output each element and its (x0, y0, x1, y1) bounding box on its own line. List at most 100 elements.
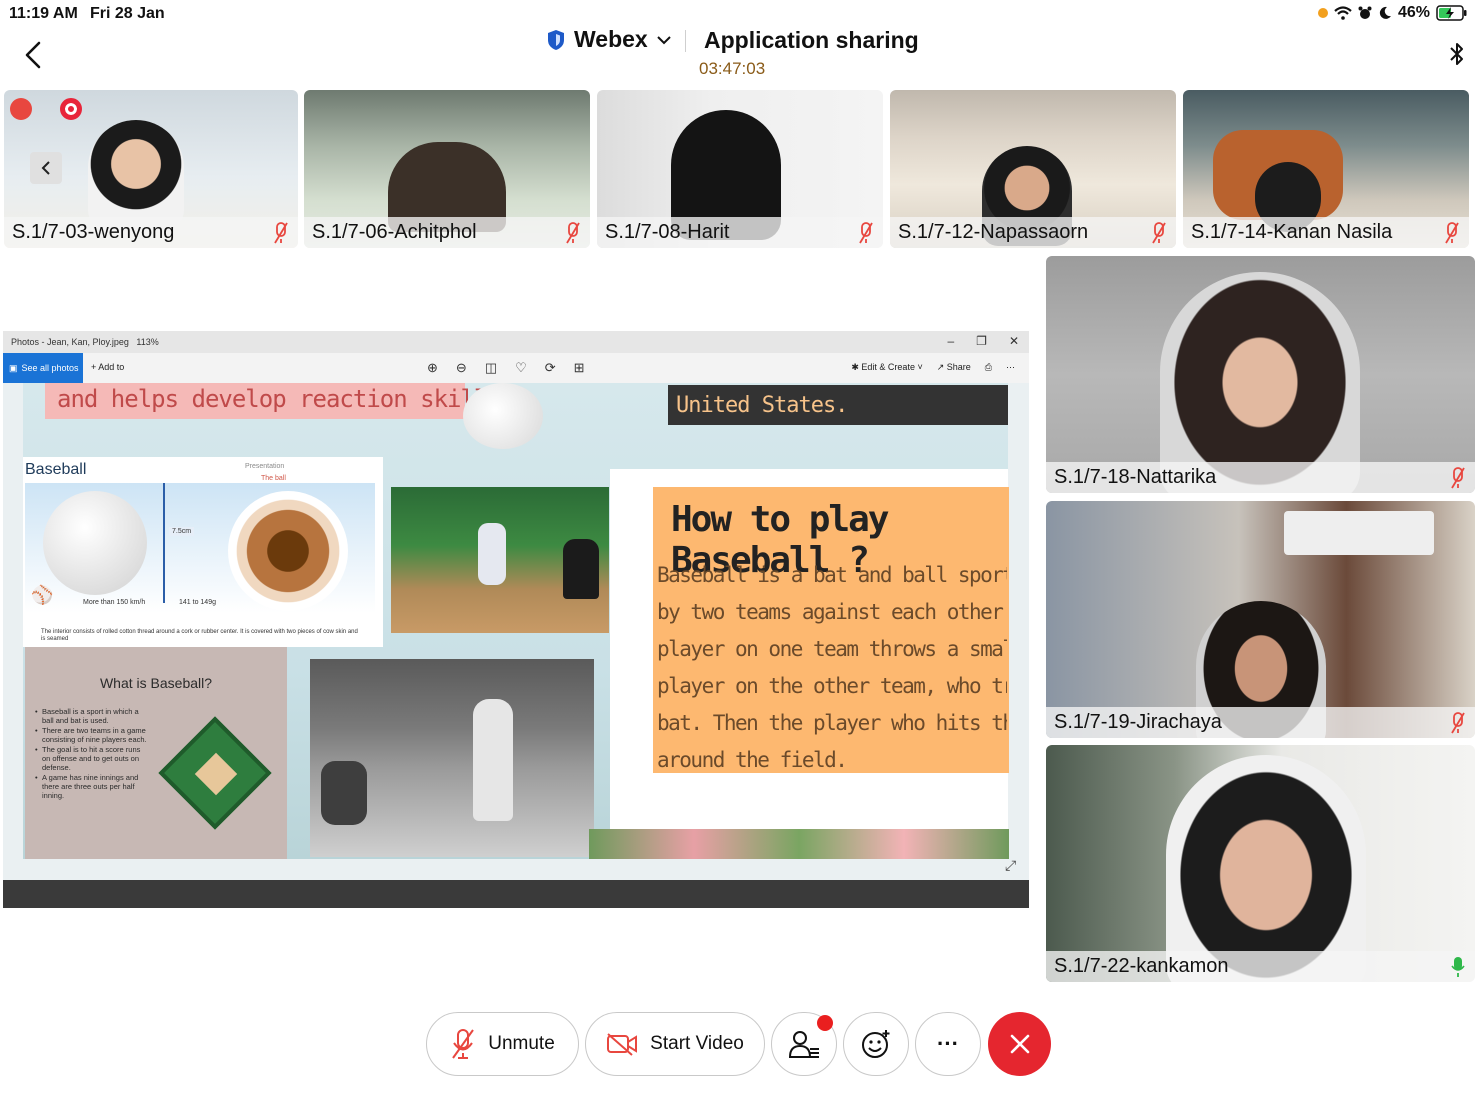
unmute-button[interactable]: Unmute (426, 1012, 579, 1076)
participant-name: S.1/7-12-Napassaorn (898, 221, 1089, 243)
photo-tools: ⊕ ⊖ ◫ ♡ ⟳ ⊞ (427, 360, 585, 376)
window-controls: – ❐ ✕ (947, 334, 1019, 348)
edit-create-button[interactable]: ✱ Edit & Create ˅ (851, 362, 922, 373)
participant-tile[interactable]: S.1/7-06-Achitphol (304, 90, 590, 248)
baseball-info-panel: Baseball Presentation The ball 7.5cm ⚾ M… (23, 457, 383, 647)
window-titlebar: Photos - Jean, Kan, Ploy.jpeg 113% – ❐ ✕ (3, 331, 1029, 353)
umpire-figure (563, 539, 599, 599)
close-icon (1010, 1034, 1029, 1054)
start-video-label: Start Video (650, 1033, 744, 1054)
participant-tile[interactable]: S.1/7-03-wenyong (4, 90, 298, 248)
crop-icon[interactable]: ⊞ (574, 360, 585, 376)
unmute-label: Unmute (488, 1033, 555, 1054)
start-video-button[interactable]: Start Video (585, 1012, 765, 1076)
record-indicator-icon (60, 98, 82, 120)
video-off-icon (607, 1033, 638, 1056)
list-item: Baseball is a sport in which a ball and … (35, 707, 147, 725)
how-to-line: player on one team throws a small rounc (657, 637, 1007, 661)
mic-muted-icon (452, 1029, 475, 1059)
status-bar: 11:19 AM Fri 28 Jan 46% (0, 0, 1478, 26)
share-button[interactable]: ↗ Share (937, 362, 971, 373)
shared-screen[interactable]: Photos - Jean, Kan, Ploy.jpeg 113% – ❐ ✕… (3, 331, 1029, 908)
what-is-baseball-panel: What is Baseball? Baseball is a sport in… (25, 647, 287, 859)
participant-name: S.1/7-14-Kanan Nasila (1191, 221, 1393, 243)
webex-menu[interactable]: Webex (546, 26, 672, 53)
participant-name: S.1/7-22-kankamon (1054, 955, 1229, 977)
participant-tile[interactable]: S.1/7-18-Nattarika (1046, 256, 1475, 493)
back-chevron-icon[interactable] (22, 40, 46, 70)
participant-video (1046, 256, 1475, 493)
zoom-out-icon[interactable]: ⊖ (456, 360, 467, 376)
add-to-button[interactable]: + Add to (91, 362, 124, 372)
participant-tile[interactable]: S.1/7-14-Kanan Nasila (1183, 90, 1469, 248)
photos-icon: ▣ (9, 362, 18, 373)
photo-canvas: and helps develop reaction skills. Unite… (3, 383, 1029, 880)
bluetooth-icon[interactable] (1448, 40, 1466, 68)
mic-muted-icon (1152, 222, 1166, 244)
webex-label: Webex (574, 26, 648, 52)
participant-video (1046, 501, 1475, 738)
wifi-icon (1334, 6, 1352, 20)
participant-name: S.1/7-08-Harit (605, 221, 730, 243)
vintage-batter-figure (473, 699, 513, 821)
mic-in-use-dot-icon (1317, 8, 1328, 18)
window-bottom-bar (3, 880, 1029, 908)
expand-icon[interactable]: ⤢ (1005, 857, 1016, 874)
print-icon[interactable]: ⎙ (985, 362, 992, 373)
alarm-icon (1358, 6, 1372, 19)
how-to-line: bat. Then the player who hits the ball h… (657, 711, 1007, 735)
participant-video (1046, 745, 1475, 982)
what-is-baseball-title: What is Baseball? (99, 675, 213, 691)
how-to-line: around the field. (657, 748, 848, 771)
list-item: A game has nine innings and there are th… (35, 773, 147, 800)
person-silhouette (88, 120, 184, 230)
minimize-icon[interactable]: – (947, 334, 954, 348)
tile-nav-prev-button[interactable] (30, 152, 62, 184)
window-title: Photos - Jean, Kan, Ploy.jpeg 113% (11, 337, 159, 347)
reactions-button[interactable] (843, 1012, 909, 1076)
list-item: There are two teams in a game consisting… (35, 726, 147, 744)
participant-name: S.1/7-03-wenyong (12, 221, 175, 243)
flower-border (589, 829, 1009, 859)
vintage-catcher-figure (321, 761, 367, 825)
pink-banner-text: and helps develop reaction skills. (57, 385, 515, 413)
see-all-photos-button[interactable]: ▣ See all photos (3, 353, 83, 383)
notification-badge (817, 1015, 833, 1031)
baseball-cross-section-image (228, 491, 348, 611)
maximize-icon[interactable]: ❐ (976, 334, 987, 348)
person-silhouette (1166, 755, 1366, 982)
favorite-icon[interactable]: ♡ (515, 360, 527, 376)
see-all-label: See all photos (21, 363, 79, 373)
how-to-line: player on the other team, who tries to h (657, 674, 1007, 698)
battery-charging-icon (1436, 5, 1467, 21)
chevron-down-icon (657, 35, 671, 44)
mic-muted-icon (274, 222, 288, 244)
muted-indicator-icon (10, 98, 32, 120)
participant-tile[interactable]: S.1/7-22-kankamon (1046, 745, 1475, 982)
participant-tile[interactable]: S.1/7-08-Harit (597, 90, 883, 248)
person-silhouette (1160, 272, 1360, 493)
how-to-play-box: How to play Baseball ? Baseball is a bat… (653, 487, 1009, 773)
delete-icon[interactable]: ◫ (485, 360, 497, 376)
mic-active-icon (1451, 957, 1465, 977)
reaction-emoji-icon (862, 1030, 890, 1058)
chevron-left-icon (41, 161, 50, 175)
presentation-label: Presentation (245, 463, 285, 470)
add-to-label: Add to (98, 362, 125, 372)
more-icon[interactable]: ⋯ (1006, 362, 1015, 373)
leave-meeting-button[interactable] (988, 1012, 1051, 1076)
dark-banner-text: United States. (676, 393, 848, 418)
more-options-button[interactable]: ··· (915, 1012, 981, 1076)
mic-muted-icon (1451, 467, 1465, 489)
participant-tile[interactable]: S.1/7-19-Jirachaya (1046, 501, 1475, 738)
zoom-in-icon[interactable]: ⊕ (427, 360, 438, 376)
do-not-disturb-icon (1379, 6, 1391, 19)
the-ball-label: The ball (261, 475, 286, 482)
participant-tile[interactable]: S.1/7-12-Napassaorn (890, 90, 1176, 248)
mic-muted-icon (566, 222, 580, 244)
rotate-icon[interactable]: ⟳ (545, 360, 556, 376)
vintage-baseball-photo (310, 659, 594, 857)
baseball-image (463, 383, 543, 449)
size-label: 7.5cm (169, 527, 195, 536)
close-icon[interactable]: ✕ (1009, 334, 1019, 348)
